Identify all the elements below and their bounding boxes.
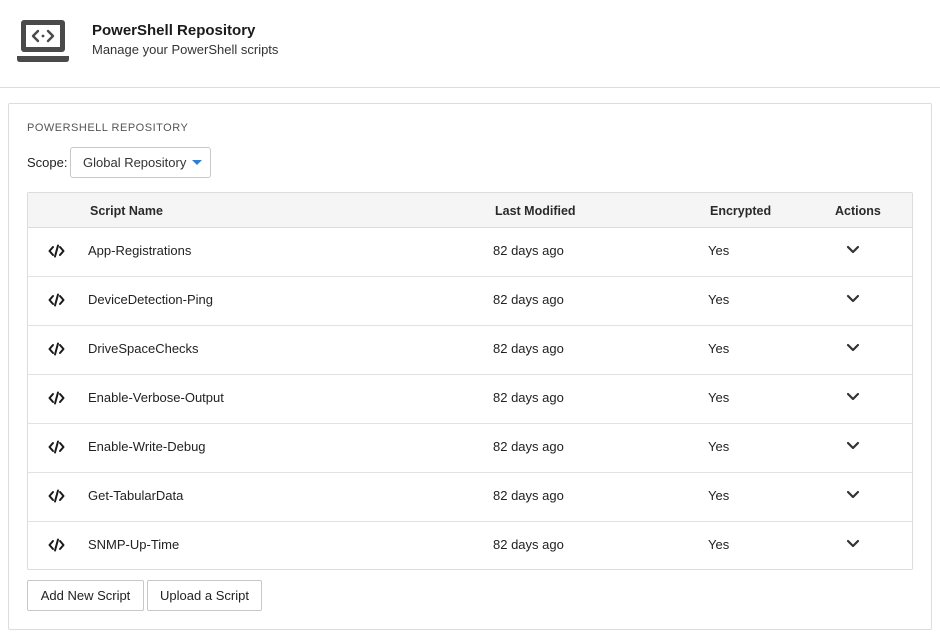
column-header-script-name[interactable]: Script Name — [90, 204, 163, 218]
add-new-script-button[interactable]: Add New Script — [27, 580, 144, 611]
chevron-down-icon[interactable] — [846, 245, 860, 255]
scope-select[interactable]: Global Repository — [70, 147, 211, 178]
script-name: App-Registrations — [88, 243, 192, 258]
last-modified: 82 days ago — [493, 488, 564, 503]
table-row[interactable]: DriveSpaceChecks 82 days ago Yes — [28, 326, 912, 375]
table-row[interactable]: DeviceDetection-Ping 82 days ago Yes — [28, 277, 912, 326]
page-subtitle: Manage your PowerShell scripts — [92, 42, 279, 57]
code-icon — [48, 538, 65, 552]
page-title: PowerShell Repository — [92, 22, 256, 39]
table-header: Script Name Last Modified Encrypted Acti… — [28, 193, 912, 228]
page-header: PowerShell Repository Manage your PowerS… — [0, 0, 940, 88]
caret-down-icon — [192, 160, 202, 165]
last-modified: 82 days ago — [493, 390, 564, 405]
script-name: Enable-Verbose-Output — [88, 390, 224, 405]
encrypted-value: Yes — [708, 537, 730, 552]
script-name: DriveSpaceChecks — [88, 341, 199, 356]
script-name: DeviceDetection-Ping — [88, 292, 214, 307]
column-header-encrypted[interactable]: Encrypted — [710, 204, 771, 218]
last-modified: 82 days ago — [493, 537, 564, 552]
scope-label: Scope: — [27, 155, 68, 170]
last-modified: 82 days ago — [493, 243, 564, 258]
encrypted-value: Yes — [708, 488, 730, 503]
script-name: Get-TabularData — [88, 488, 184, 503]
chevron-down-icon[interactable] — [846, 294, 860, 304]
column-header-actions: Actions — [835, 204, 881, 218]
column-header-last-modified[interactable]: Last Modified — [495, 204, 576, 218]
chevron-down-icon[interactable] — [846, 539, 860, 549]
scripts-table: Script Name Last Modified Encrypted Acti… — [27, 192, 913, 570]
chevron-down-icon[interactable] — [846, 441, 860, 451]
script-name: Enable-Write-Debug — [88, 439, 206, 454]
table-row[interactable]: App-Registrations 82 days ago Yes — [28, 228, 912, 277]
chevron-down-icon[interactable] — [846, 343, 860, 353]
encrypted-value: Yes — [708, 390, 730, 405]
chevron-down-icon[interactable] — [846, 490, 860, 500]
upload-script-button[interactable]: Upload a Script — [147, 580, 262, 611]
encrypted-value: Yes — [708, 292, 730, 307]
table-row[interactable]: SNMP-Up-Time 82 days ago Yes — [28, 522, 912, 569]
code-icon — [48, 440, 65, 454]
table-row[interactable]: Get-TabularData 82 days ago Yes — [28, 473, 912, 522]
section-label: POWERSHELL REPOSITORY — [27, 122, 189, 134]
script-name: SNMP-Up-Time — [88, 537, 180, 552]
code-icon — [48, 293, 65, 307]
encrypted-value: Yes — [708, 439, 730, 454]
encrypted-value: Yes — [708, 341, 730, 356]
laptop-code-icon — [17, 20, 69, 62]
code-icon — [48, 342, 65, 356]
code-icon — [48, 489, 65, 503]
table-row[interactable]: Enable-Write-Debug 82 days ago Yes — [28, 424, 912, 473]
last-modified: 82 days ago — [493, 439, 564, 454]
last-modified: 82 days ago — [493, 341, 564, 356]
chevron-down-icon[interactable] — [846, 392, 860, 402]
encrypted-value: Yes — [708, 243, 730, 258]
code-icon — [48, 391, 65, 405]
last-modified: 82 days ago — [493, 292, 564, 307]
table-row[interactable]: Enable-Verbose-Output 82 days ago Yes — [28, 375, 912, 424]
repository-panel: POWERSHELL REPOSITORY Scope: Global Repo… — [8, 103, 932, 630]
scope-select-value: Global Repository — [83, 155, 187, 170]
code-icon — [48, 244, 65, 258]
